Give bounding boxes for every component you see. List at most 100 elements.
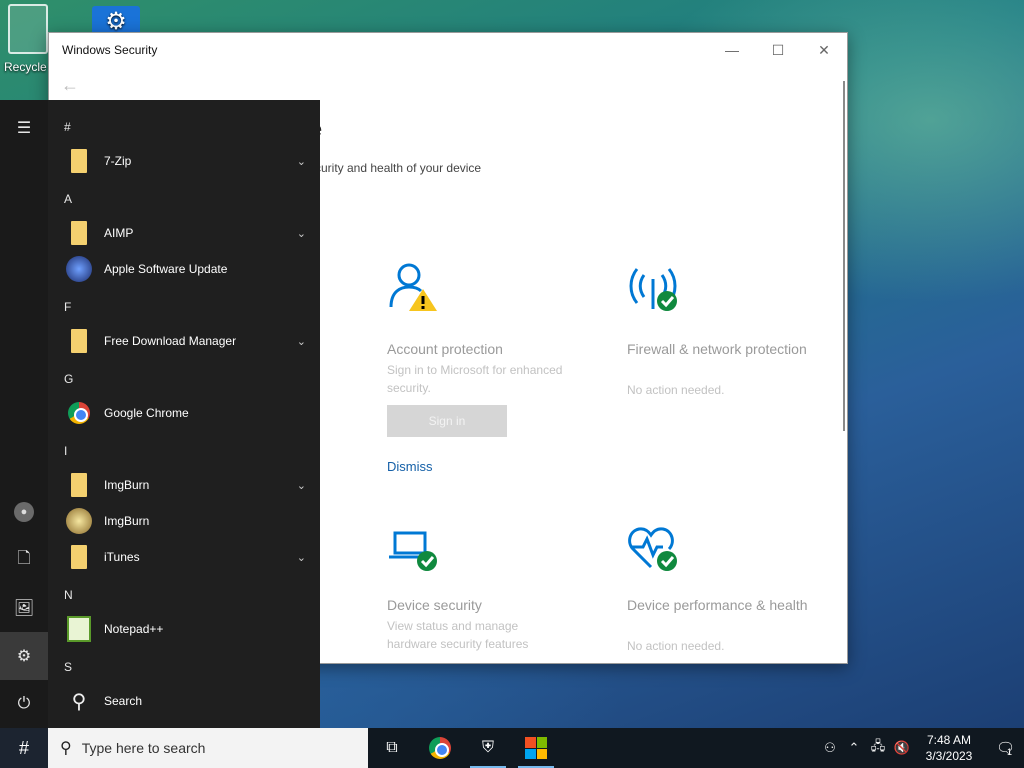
maximize-button[interactable]: ☐ bbox=[755, 33, 801, 67]
chevron-up-icon[interactable]: ⌃ bbox=[842, 740, 866, 756]
account-warning-icon bbox=[389, 263, 437, 311]
action-center-button[interactable]: 🗨 1 bbox=[984, 739, 1024, 757]
clock[interactable]: 7:48 AM 3/3/2023 bbox=[914, 732, 984, 764]
recycle-bin-desktop-icon[interactable]: Recycle bbox=[0, 4, 48, 74]
recycle-bin-label: Recycle bbox=[4, 60, 47, 74]
app-name: iTunes bbox=[104, 550, 140, 564]
letter-header-s[interactable]: S bbox=[64, 660, 72, 674]
close-button[interactable]: ✕ bbox=[801, 33, 847, 67]
network-icon[interactable]: 🖧 bbox=[866, 737, 890, 759]
pictures-icon[interactable]: 🖼 bbox=[0, 584, 48, 632]
task-view-icon: ⧉ bbox=[386, 739, 398, 756]
firewall-desc: No action needed. bbox=[627, 383, 725, 397]
app-item-7zip[interactable]: 7-Zip ⌄ bbox=[62, 144, 308, 178]
letter-header-hash[interactable]: # bbox=[64, 120, 71, 134]
system-tray: ⚇ ⌃ 🖧 🔇 7:48 AM 3/3/2023 🗨 1 bbox=[818, 728, 1024, 768]
taskbar-store-button[interactable] bbox=[512, 728, 560, 768]
hamburger-menu-icon[interactable]: ☰ bbox=[0, 104, 48, 152]
dismiss-link[interactable]: Dismiss bbox=[387, 459, 433, 474]
account-protection-card[interactable]: Account protection Sign in to Microsoft … bbox=[365, 241, 597, 497]
window-title: Windows Security bbox=[62, 43, 158, 57]
letter-header-a[interactable]: A bbox=[64, 192, 72, 206]
account-protection-desc: Sign in to Microsoft for enhanced securi… bbox=[387, 363, 563, 395]
taskbar-chrome-button[interactable] bbox=[416, 728, 464, 768]
folder-icon bbox=[62, 468, 96, 502]
app-name: Apple Software Update bbox=[104, 262, 228, 276]
wifi-antenna-check-icon bbox=[629, 268, 677, 311]
search-icon: ⚲ bbox=[60, 740, 72, 757]
chrome-icon bbox=[62, 396, 96, 430]
laptop-check-icon bbox=[389, 531, 437, 571]
app-item-notepad-plus-plus[interactable]: Notepad++ bbox=[62, 612, 308, 646]
vertical-scrollbar[interactable] bbox=[843, 81, 845, 431]
app-name: Free Download Manager bbox=[104, 334, 237, 348]
chevron-down-icon[interactable]: ⌄ bbox=[297, 335, 306, 348]
app-item-imgburn-folder[interactable]: ImgBurn ⌄ bbox=[62, 468, 308, 502]
start-rail: ☰ ● 🗋 🖼 ⚙ ⏻ bbox=[0, 100, 48, 728]
app-name: 7-Zip bbox=[104, 154, 132, 168]
apple-update-icon bbox=[62, 252, 96, 286]
chevron-down-icon[interactable]: ⌄ bbox=[297, 227, 306, 240]
avatar: ● bbox=[14, 502, 34, 522]
app-name: Notepad++ bbox=[104, 622, 164, 636]
app-item-imgburn[interactable]: ImgBurn bbox=[62, 504, 308, 538]
page-subheading: curity and health of your device bbox=[315, 161, 482, 175]
start-menu: ☰ ● 🗋 🖼 ⚙ ⏻ # 7-Zip ⌄ A AIMP ⌄ Apple Sof… bbox=[0, 100, 320, 728]
chevron-down-icon[interactable]: ⌄ bbox=[297, 155, 306, 168]
app-item-search[interactable]: ⚲ Search bbox=[62, 684, 308, 718]
minimize-button[interactable]: — bbox=[709, 33, 755, 67]
back-arrow-icon[interactable]: ← bbox=[61, 75, 79, 96]
device-security-desc: View status and manage hardware security… bbox=[387, 619, 529, 651]
device-performance-card[interactable]: Device performance & health No action ne… bbox=[605, 503, 837, 663]
sign-in-button[interactable]: Sign in bbox=[387, 405, 507, 437]
letter-header-f[interactable]: F bbox=[64, 300, 71, 314]
letter-header-i[interactable]: I bbox=[64, 444, 67, 458]
folder-icon bbox=[62, 216, 96, 250]
device-performance-desc: No action needed. bbox=[627, 639, 725, 653]
documents-icon[interactable]: 🗋 bbox=[0, 536, 48, 584]
device-security-title: Device security bbox=[387, 597, 482, 613]
taskbar-windows-security-button[interactable]: ⛨ bbox=[464, 728, 512, 768]
shield-icon: ⛨ bbox=[481, 739, 494, 756]
app-item-aimp[interactable]: AIMP ⌄ bbox=[62, 216, 308, 250]
app-list[interactable]: # 7-Zip ⌄ A AIMP ⌄ Apple Software Update… bbox=[48, 100, 320, 728]
firewall-network-card[interactable]: Firewall & network protection No action … bbox=[605, 241, 837, 497]
search-icon: ⚲ bbox=[71, 690, 87, 713]
notification-count: 1 bbox=[1007, 747, 1013, 757]
app-name: ImgBurn bbox=[104, 478, 150, 492]
account-protection-title: Account protection bbox=[387, 341, 503, 357]
app-item-itunes[interactable]: iTunes ⌄ bbox=[62, 540, 308, 574]
app-item-free-download-manager[interactable]: Free Download Manager ⌄ bbox=[62, 324, 308, 358]
store-icon bbox=[525, 737, 547, 759]
volume-muted-icon[interactable]: 🔇 bbox=[890, 740, 914, 756]
user-account-button[interactable]: ● bbox=[0, 488, 48, 536]
app-name: AIMP bbox=[104, 226, 134, 240]
letter-header-n[interactable]: N bbox=[64, 588, 73, 602]
device-performance-title: Device performance & health bbox=[627, 597, 808, 613]
settings-gear-icon[interactable]: ⚙ bbox=[0, 632, 48, 680]
clock-date: 3/3/2023 bbox=[925, 749, 973, 763]
app-name: Search bbox=[104, 694, 143, 708]
notepad-icon bbox=[62, 612, 96, 646]
app-item-google-chrome[interactable]: Google Chrome bbox=[62, 396, 308, 430]
chevron-down-icon[interactable]: ⌄ bbox=[297, 551, 306, 564]
power-icon[interactable]: ⏻ bbox=[0, 680, 48, 728]
app-item-apple-software-update[interactable]: Apple Software Update bbox=[62, 252, 308, 286]
clock-time: 7:48 AM bbox=[926, 733, 972, 747]
chevron-down-icon[interactable]: ⌄ bbox=[297, 479, 306, 492]
start-button[interactable]: # bbox=[0, 728, 48, 768]
notification-icon: 🗨 bbox=[995, 740, 1016, 757]
chrome-icon bbox=[429, 737, 451, 759]
letter-header-g[interactable]: G bbox=[64, 372, 73, 386]
imgburn-disc-icon bbox=[62, 504, 96, 538]
app-name: Google Chrome bbox=[104, 406, 189, 420]
task-view-button[interactable]: ⧉ bbox=[368, 728, 416, 768]
search-placeholder: Type here to search bbox=[81, 740, 206, 756]
taskbar-search-box[interactable]: ⚲ Type here to search bbox=[48, 728, 368, 768]
folder-icon bbox=[62, 540, 96, 574]
folder-icon bbox=[62, 324, 96, 358]
title-bar[interactable]: Windows Security — ☐ ✕ bbox=[49, 33, 847, 67]
taskbar: # ⚲ Type here to search ⧉ ⛨ ⚇ ⌃ 🖧 🔇 7:48… bbox=[0, 728, 1024, 768]
people-icon[interactable]: ⚇ bbox=[818, 740, 842, 756]
device-security-card[interactable]: Device security View status and manage h… bbox=[365, 503, 597, 663]
